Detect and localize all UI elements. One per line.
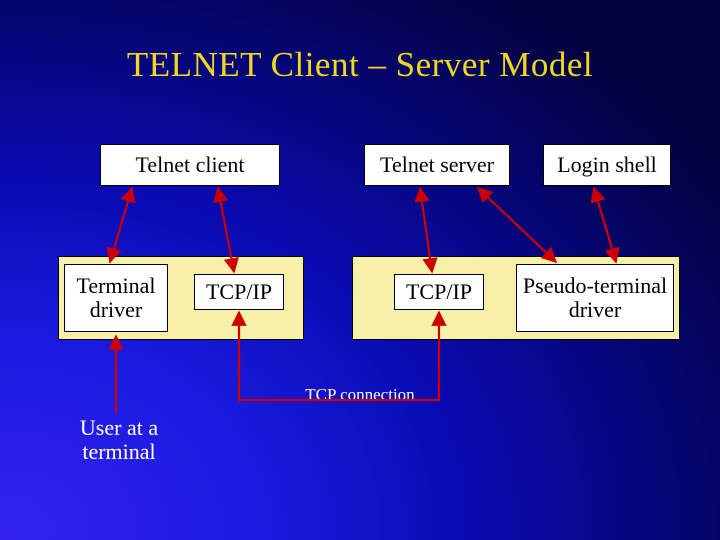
box-terminal-driver: Terminal driver xyxy=(64,264,168,332)
label-tcp-connection: TCP connection xyxy=(290,386,430,405)
slide: TELNET Client – Server Model Telnet clie… xyxy=(0,0,720,540)
box-login-shell: Login shell xyxy=(543,144,671,186)
box-telnet-server: Telnet server xyxy=(364,144,510,186)
box-pseudo-driver: Pseudo-terminal driver xyxy=(516,264,674,332)
box-tcpip-left: TCP/IP xyxy=(194,274,284,310)
label-user-at-terminal: User at a terminal xyxy=(64,416,174,464)
box-telnet-client: Telnet client xyxy=(100,144,280,186)
slide-title: TELNET Client – Server Model xyxy=(0,45,720,85)
box-tcpip-right: TCP/IP xyxy=(394,274,484,310)
